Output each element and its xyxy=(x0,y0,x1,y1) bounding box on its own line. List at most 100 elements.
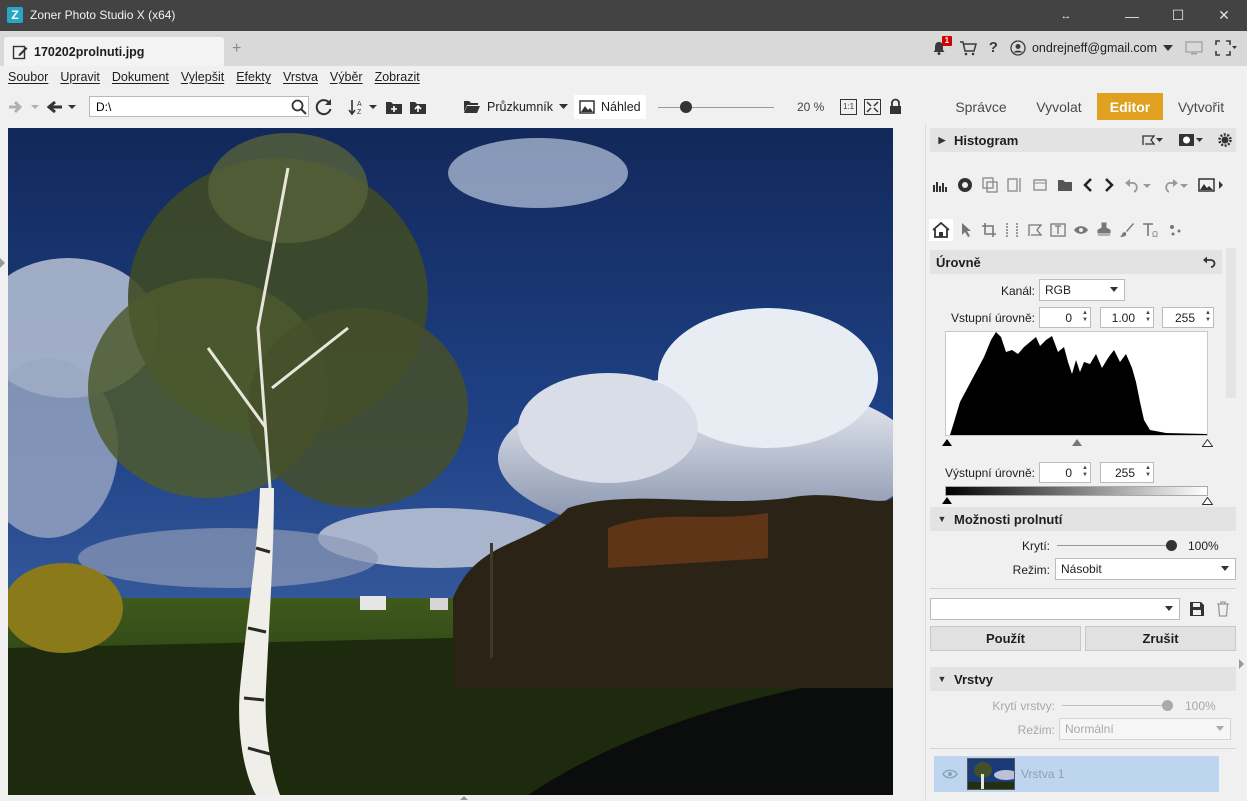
blend-mode-select[interactable]: Násobit xyxy=(1055,558,1236,580)
output-white-field[interactable]: 255 ▲ ▼ xyxy=(1100,462,1154,483)
preset-select[interactable] xyxy=(930,598,1180,620)
refresh-icon[interactable] xyxy=(315,98,333,116)
menu-efekty[interactable]: Efekty xyxy=(236,70,271,84)
panel-scrollbar[interactable] xyxy=(1226,248,1236,398)
input-white-slider-handle[interactable] xyxy=(1202,439,1213,447)
histogram-section-header[interactable]: ▶ Histogram xyxy=(930,128,1236,152)
cancel-button[interactable]: Zrušit xyxy=(1085,626,1236,651)
settings-gear-icon[interactable] xyxy=(1218,133,1232,147)
forward-arrow-icon[interactable] xyxy=(8,100,40,114)
eye-visibility-icon[interactable] xyxy=(942,768,958,780)
output-black-field[interactable]: 0 ▲ ▼ xyxy=(1039,462,1091,483)
levels-histogram[interactable] xyxy=(945,331,1208,436)
selection-arrow-icon[interactable] xyxy=(960,222,974,238)
input-black-slider-handle[interactable] xyxy=(942,439,952,446)
text-box-icon[interactable] xyxy=(1050,222,1066,238)
layer-mode-select[interactable]: Normální xyxy=(1059,718,1231,740)
cart-icon[interactable] xyxy=(959,40,977,56)
layer-opacity-slider-thumb[interactable] xyxy=(1162,700,1173,711)
mode-spravce[interactable]: Správce xyxy=(948,93,1014,120)
maximize-button[interactable]: ☐ xyxy=(1155,0,1201,31)
input-gamma-field[interactable]: 1.00 ▲ ▼ xyxy=(1100,307,1154,328)
channel-select[interactable]: RGB xyxy=(1039,279,1125,301)
input-gamma-slider-handle[interactable] xyxy=(1072,439,1082,446)
path-input[interactable] xyxy=(89,96,309,117)
output-black-slider-handle[interactable] xyxy=(942,497,952,504)
actual-size-button[interactable]: 1:1 xyxy=(840,99,857,115)
compare-icon[interactable] xyxy=(1007,177,1023,193)
menu-upravit[interactable]: Upravit xyxy=(60,70,100,84)
home-icon[interactable] xyxy=(929,219,953,241)
image-export-icon[interactable] xyxy=(1198,177,1224,193)
histogram-tool-icon[interactable] xyxy=(932,177,948,193)
zoom-slider-track[interactable] xyxy=(658,107,774,108)
explorer-button[interactable]: Průzkumník xyxy=(463,99,568,114)
aperture-icon[interactable] xyxy=(957,177,973,193)
menu-zobrazit[interactable]: Zobrazit xyxy=(375,70,420,84)
mode-vytvorit[interactable]: Vytvořit xyxy=(1168,93,1234,120)
brush-icon[interactable] xyxy=(1119,222,1135,238)
back-arrow-icon[interactable] xyxy=(46,100,78,114)
flag-icon[interactable] xyxy=(1142,134,1164,146)
spinner-icon[interactable]: ▲ ▼ xyxy=(1145,465,1151,479)
frame-icon[interactable] xyxy=(1032,177,1048,193)
mask-view-icon[interactable] xyxy=(1178,133,1204,147)
fit-to-window-icon[interactable] xyxy=(864,99,881,115)
blend-opacity-slider-thumb[interactable] xyxy=(1166,540,1177,551)
layers-section-header[interactable]: ▼ Vrstvy xyxy=(930,667,1236,691)
right-panel-toggle-icon[interactable] xyxy=(1239,659,1244,669)
stamp-icon[interactable] xyxy=(1096,222,1112,238)
undo-icon[interactable] xyxy=(1124,177,1152,193)
spinner-icon[interactable]: ▲ ▼ xyxy=(1082,310,1088,324)
layer-row[interactable]: Vrstva 1 xyxy=(934,756,1219,792)
preview-button[interactable]: Náhled xyxy=(574,95,646,119)
layer-opacity-slider-track[interactable] xyxy=(1062,705,1172,706)
search-icon[interactable] xyxy=(291,99,307,115)
chevron-left-icon[interactable] xyxy=(1082,177,1094,193)
menu-soubor[interactable]: Soubor xyxy=(8,70,48,84)
input-black-field[interactable]: 0 ▲ ▼ xyxy=(1039,307,1091,328)
text-symbol-icon[interactable]: Ω xyxy=(1142,222,1160,238)
save-preset-icon[interactable] xyxy=(1189,601,1205,617)
lock-icon[interactable] xyxy=(889,98,902,115)
account-menu[interactable]: ondrejneff@gmail.com xyxy=(1010,39,1173,56)
blend-opacity-slider-track[interactable] xyxy=(1057,545,1175,546)
sort-icon[interactable]: AZ xyxy=(347,98,379,116)
mode-vyvolat[interactable]: Vyvolat xyxy=(1026,93,1092,120)
second-monitor-icon[interactable] xyxy=(1185,40,1203,56)
new-folder-icon[interactable] xyxy=(385,99,403,115)
folder-icon[interactable] xyxy=(1057,177,1073,193)
effects-sparkle-icon[interactable] xyxy=(1167,222,1183,238)
spinner-icon[interactable]: ▲ ▼ xyxy=(1205,310,1211,324)
minimize-button[interactable]: — xyxy=(1109,0,1155,31)
menu-vyber[interactable]: Výběr xyxy=(330,70,363,84)
copy-icon[interactable] xyxy=(982,177,998,193)
apply-button[interactable]: Použít xyxy=(930,626,1081,651)
parent-folder-icon[interactable] xyxy=(409,99,427,115)
help-icon[interactable]: ? xyxy=(989,39,998,56)
left-panel-toggle-icon[interactable] xyxy=(0,258,5,268)
straighten-icon[interactable] xyxy=(1004,222,1020,238)
crop-icon[interactable] xyxy=(981,222,997,238)
spinner-icon[interactable]: ▲ ▼ xyxy=(1082,465,1088,479)
chevron-right-icon[interactable] xyxy=(1103,177,1115,193)
red-eye-icon[interactable] xyxy=(1073,222,1089,238)
menu-dokument[interactable]: Dokument xyxy=(112,70,169,84)
blend-options-header[interactable]: ▼ Možnosti prolnutí xyxy=(930,507,1236,531)
shape-flag-icon[interactable] xyxy=(1027,222,1043,238)
menu-vrstva[interactable]: Vrstva xyxy=(283,70,318,84)
menu-vylepsit[interactable]: Vylepšit xyxy=(181,70,224,84)
close-button[interactable]: ✕ xyxy=(1201,0,1247,31)
photo-image[interactable] xyxy=(8,128,893,795)
output-white-slider-handle[interactable] xyxy=(1202,497,1213,505)
spinner-icon[interactable]: ▲ ▼ xyxy=(1145,310,1151,324)
add-tab-button[interactable]: + xyxy=(232,40,241,58)
document-tab[interactable]: 170202prolnuti.jpg xyxy=(4,37,224,66)
bottom-panel-toggle-icon[interactable] xyxy=(460,796,468,800)
mode-editor[interactable]: Editor xyxy=(1097,93,1163,120)
zoom-slider-thumb[interactable] xyxy=(680,101,692,113)
input-white-field[interactable]: 255 ▲ ▼ xyxy=(1162,307,1214,328)
delete-preset-icon[interactable] xyxy=(1216,601,1230,617)
fullscreen-icon[interactable] xyxy=(1215,39,1237,56)
reset-undo-icon[interactable] xyxy=(1202,256,1222,268)
